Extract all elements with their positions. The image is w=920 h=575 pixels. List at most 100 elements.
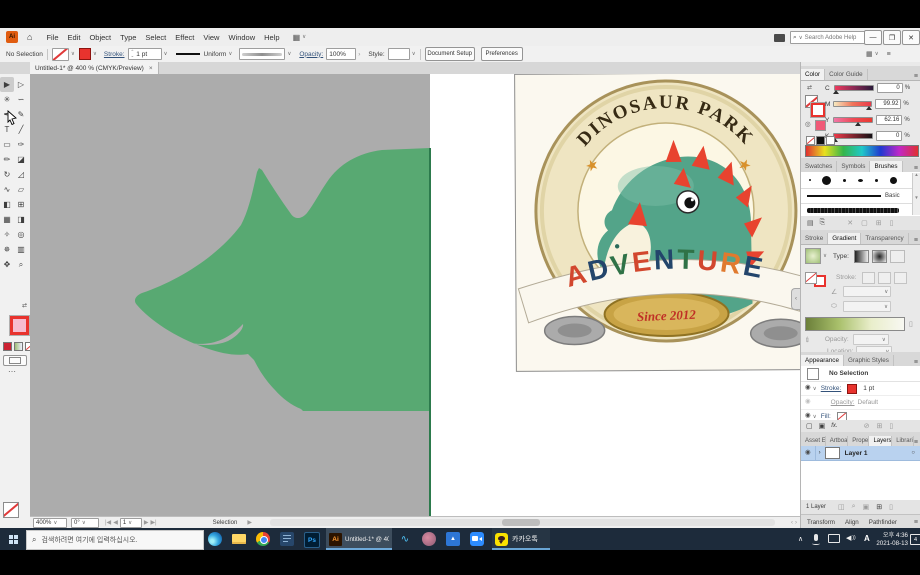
tool-perspective-grid[interactable]: ⊞	[14, 197, 28, 212]
tray-clock[interactable]: 오후 4:36 2021-08-13	[874, 532, 908, 549]
tool-zoom[interactable]: ⌕	[14, 257, 28, 272]
rotation-field[interactable]: 0°∨	[71, 518, 99, 528]
tab-color-guide[interactable]: Color Guide	[825, 69, 868, 80]
tool-rectangle[interactable]: ▭	[0, 137, 14, 152]
appearance-stroke-label[interactable]: Stroke:	[821, 385, 842, 392]
brush-dot-1[interactable]	[809, 179, 811, 181]
appearance-fill-label[interactable]: Fill:	[821, 413, 831, 420]
delete-layer-icon[interactable]: ▯	[889, 503, 893, 511]
opacity-more-icon[interactable]: ›	[358, 51, 360, 58]
menu-help[interactable]: Help	[264, 33, 279, 42]
tool-scale[interactable]: ◿	[14, 167, 28, 182]
prev-artboard-icon[interactable]: ◀	[113, 519, 118, 526]
brush-basic-row[interactable]: Basic	[801, 189, 920, 204]
width-profile-value[interactable]: Uniform	[204, 51, 227, 58]
tool-blend[interactable]: ◎	[14, 227, 28, 242]
tab-asset-export[interactable]: Asset E	[801, 436, 826, 446]
duplicate-item-icon[interactable]: ⊞	[876, 422, 882, 430]
tray-microphone-icon[interactable]	[814, 534, 818, 541]
stroke-proxy-swatch[interactable]	[10, 316, 29, 335]
illustrator-taskbar-button[interactable]: Ai Untitled-1* @ 400...	[326, 528, 392, 550]
workspace-switcher-icon[interactable]: ▦	[293, 33, 301, 42]
brushes-scrollbar[interactable]: ▲▼	[912, 173, 920, 215]
tab-transparency[interactable]: Transparency	[861, 233, 908, 244]
stroke-expand-icon[interactable]: ∨	[813, 386, 817, 392]
first-artboard-icon[interactable]: |◀	[105, 519, 111, 526]
brush-dot-6[interactable]	[890, 177, 897, 184]
file-explorer-icon[interactable]	[232, 534, 246, 544]
stroke-color-arrow-icon[interactable]: ∨	[71, 51, 75, 57]
swatch-black[interactable]	[816, 136, 825, 145]
tool-shaper[interactable]: ✏	[0, 152, 14, 167]
layers-panel-menu-icon[interactable]: ≡	[914, 439, 918, 446]
traced-dinosaur-shape[interactable]	[130, 148, 430, 411]
tool-eraser[interactable]: ◪	[14, 152, 28, 167]
appearance-stroke-swatch[interactable]	[847, 384, 857, 394]
taskbar-search-box[interactable]: ⌕ 검색하려면 여기에 입력하십시오.	[26, 530, 204, 550]
layer-target-icon[interactable]: ○	[911, 450, 915, 456]
tab-transform[interactable]: Transform	[807, 519, 835, 526]
width-profile-arrow-icon[interactable]: ∨	[228, 51, 232, 57]
delete-item-icon[interactable]: ▯	[889, 422, 893, 430]
more-tools-icon[interactable]: ⋯	[8, 367, 17, 376]
fill-color-swatch[interactable]	[79, 48, 91, 60]
layer-thumbnail[interactable]	[825, 447, 840, 459]
channel-c-slider[interactable]	[834, 85, 874, 91]
menu-edit[interactable]: Edit	[68, 33, 81, 42]
gradient-eyedropper-icon[interactable]: ✐	[803, 335, 813, 345]
stroke-weight-arrow-icon[interactable]: ∨	[164, 51, 168, 57]
tool-direct-selection[interactable]: ▷	[14, 77, 28, 92]
photos-app-icon[interactable]: ▲	[446, 532, 460, 546]
tray-expand-icon[interactable]: ∧	[798, 535, 803, 543]
tool-paintbrush[interactable]: ✑	[14, 137, 28, 152]
zoom-icon[interactable]	[470, 532, 484, 546]
tab-properties[interactable]: Prope	[848, 436, 869, 446]
layer-row[interactable]: ◉ › Layer 1 ○	[801, 446, 920, 461]
align-options-arrow-icon[interactable]: ∨	[875, 51, 879, 57]
workspace-switcher-arrow-icon[interactable]: ∨	[302, 34, 306, 40]
action-center-icon[interactable]: 4	[910, 534, 920, 545]
close-button[interactable]: ✕	[902, 30, 920, 45]
channel-m-value[interactable]: 99.92	[875, 99, 901, 109]
tool-shape-builder[interactable]: ◧	[0, 197, 14, 212]
collect-for-export-icon[interactable]: ◫	[838, 503, 845, 511]
tray-ime-indicator[interactable]: A	[864, 534, 870, 543]
scroll-right-icon[interactable]: ›	[795, 520, 797, 526]
stroke-visibility-icon[interactable]: ◉	[805, 385, 811, 392]
tab-swatches[interactable]: Swatches	[801, 161, 837, 172]
tool-rotate[interactable]: ↻	[0, 167, 14, 182]
tab-brushes[interactable]: Brushes	[870, 161, 902, 172]
appearance-opacity-label[interactable]: Opacity:	[831, 399, 855, 406]
channel-y-value[interactable]: 62.16	[876, 115, 902, 125]
start-button[interactable]	[0, 528, 26, 550]
utility-app-icon[interactable]	[422, 532, 436, 546]
libraries-panel-icon[interactable]: ⎘	[820, 219, 826, 227]
tool-selection[interactable]: ▶	[0, 77, 14, 92]
swoosh-app-icon[interactable]: ∿	[398, 532, 412, 546]
gradient-fill-proxy[interactable]	[805, 272, 817, 284]
layer-visibility-icon[interactable]: ◉	[805, 450, 811, 457]
menu-file[interactable]: File	[46, 33, 58, 42]
gradient-slider[interactable]	[805, 317, 905, 331]
tab-symbols[interactable]: Symbols	[837, 161, 870, 172]
tool-eyedropper[interactable]: ✧	[0, 227, 14, 242]
color-target-icon[interactable]: ◎	[805, 120, 811, 128]
stroke-preview-line[interactable]	[176, 53, 200, 55]
tool-symbol-sprayer[interactable]: ✵	[0, 242, 14, 257]
channel-m-slider[interactable]	[833, 101, 872, 107]
menu-select[interactable]: Select	[145, 33, 166, 42]
artboard-number-field[interactable]: 1∨	[120, 518, 142, 528]
tab-pathfinder[interactable]: Pathfinder	[869, 519, 897, 526]
locate-object-icon[interactable]: ⌕	[852, 503, 856, 511]
brush-dot-2[interactable]	[822, 176, 831, 185]
menu-object[interactable]: Object	[89, 33, 111, 42]
opacity-field[interactable]: 100%	[326, 48, 356, 60]
layer-name[interactable]: Layer 1	[845, 450, 868, 457]
status-expand-icon[interactable]: ▶	[247, 519, 252, 526]
channel-k-value[interactable]: 0	[876, 131, 902, 141]
brush-dot-4[interactable]	[858, 179, 863, 182]
fill-visibility-icon[interactable]: ◉	[805, 413, 811, 420]
notes-app-icon[interactable]	[280, 532, 294, 546]
tab-artboards[interactable]: Artboa	[826, 436, 848, 446]
tab-libraries[interactable]: Librari	[892, 436, 914, 446]
